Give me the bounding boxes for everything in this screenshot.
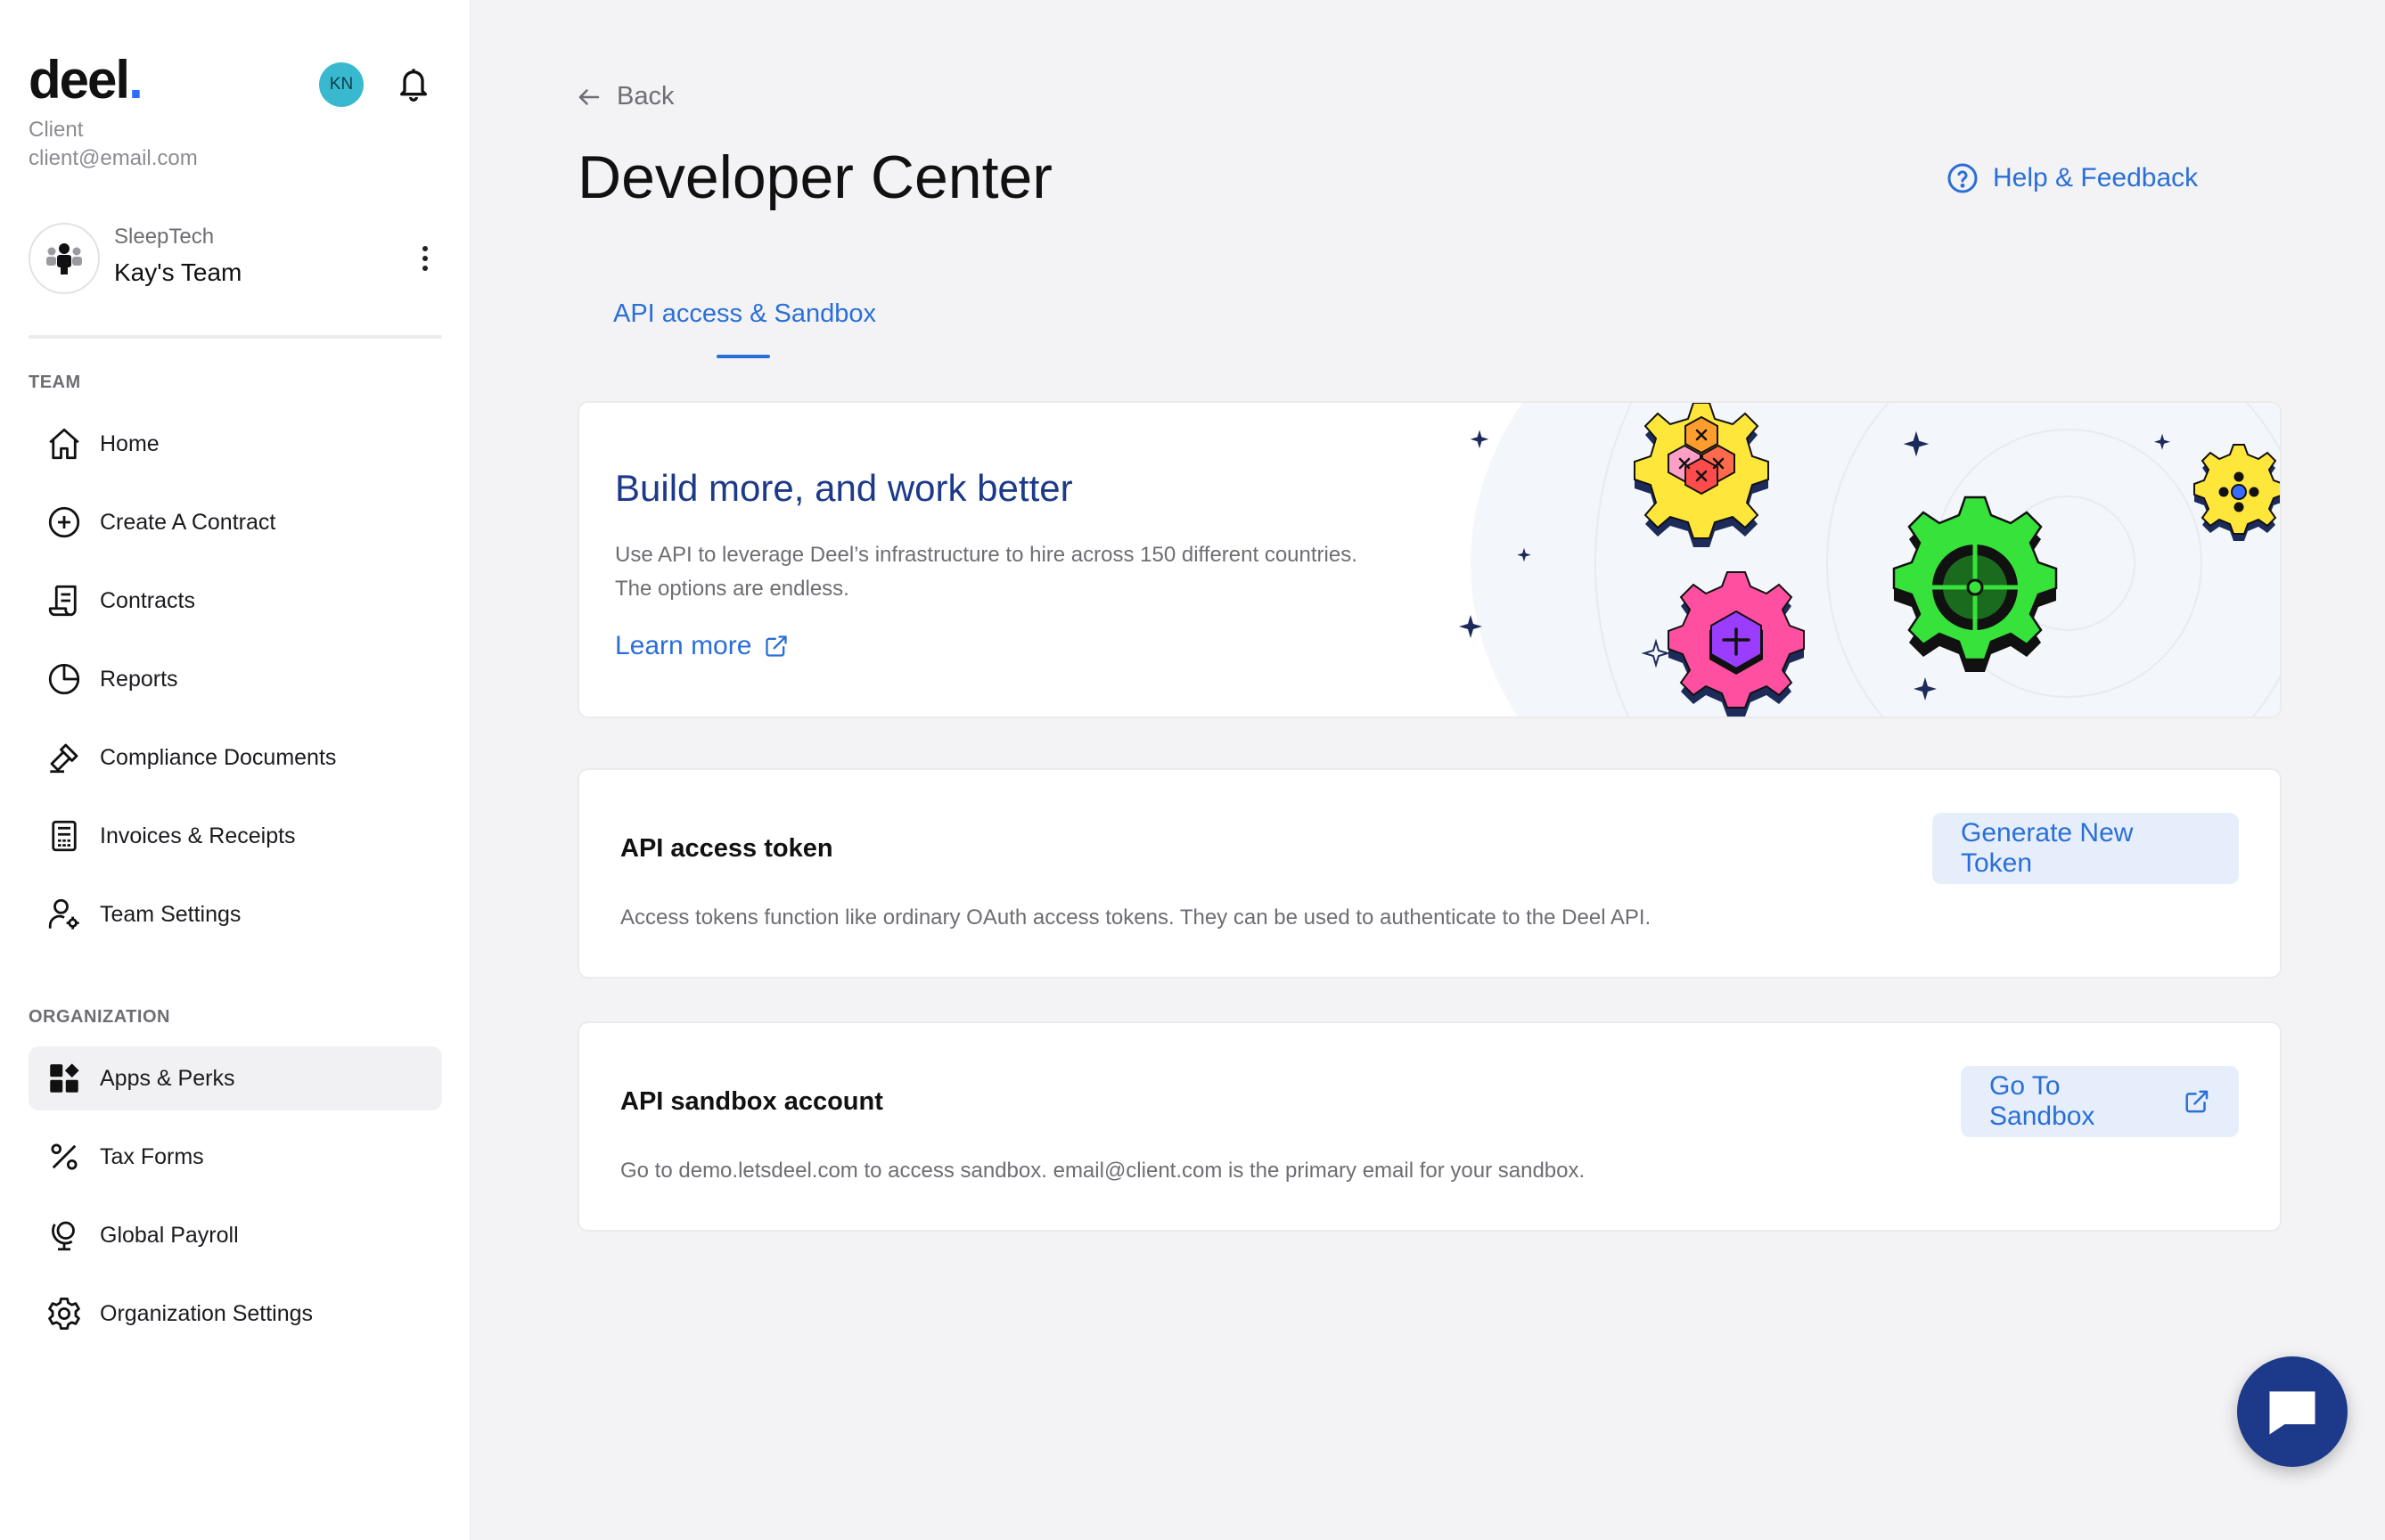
sidebar-item-invoices-receipts[interactable]: Invoices & Receipts: [29, 804, 442, 868]
sidebar-item-team-settings[interactable]: Team Settings: [29, 882, 442, 946]
chat-button[interactable]: [2237, 1356, 2348, 1467]
arrow-left-icon: [578, 88, 600, 105]
sidebar-item-create-contract[interactable]: Create A Contract: [29, 490, 442, 554]
apps-grid-icon: [50, 1063, 79, 1093]
avatar[interactable]: KN: [319, 62, 364, 107]
sidebar-item-compliance-documents[interactable]: Compliance Documents: [29, 725, 442, 790]
help-feedback-label: Help & Feedback: [1993, 163, 2199, 192]
go-to-sandbox-label: Go To Sandbox: [1989, 1071, 2095, 1131]
api-sandbox-account-title: API sandbox account: [620, 1087, 883, 1116]
team-avatar: [29, 223, 100, 294]
team-people-icon: [46, 243, 82, 274]
sidebar-item-label: Compliance Documents: [100, 744, 337, 770]
sidebar-item-label: Home: [100, 430, 160, 456]
help-circle-icon: [1947, 163, 1978, 193]
gavel-icon: [50, 743, 78, 774]
sidebar-item-home[interactable]: Home: [29, 412, 442, 476]
sidebar-item-label: Global Payroll: [100, 1222, 239, 1248]
sidebar-item-global-payroll[interactable]: Global Payroll: [29, 1203, 442, 1267]
section-label-organization: ORGANIZATION: [29, 1007, 170, 1027]
generate-new-token-button[interactable]: Generate New Token: [1932, 813, 2239, 884]
sidebar-divider: [29, 335, 442, 339]
contract-scroll-icon: [48, 585, 77, 617]
sidebar-item-organization-settings[interactable]: Organization Settings: [29, 1282, 442, 1346]
back-link[interactable]: Back: [576, 82, 674, 111]
chat-bubble-icon: [2269, 1391, 2315, 1435]
gear-icon: [48, 1297, 80, 1331]
team-company: SleepTech: [114, 225, 215, 249]
section-label-team: TEAM: [29, 373, 81, 392]
sidebar-item-label: Tax Forms: [100, 1143, 204, 1169]
go-to-sandbox-button[interactable]: Go To Sandbox: [1961, 1066, 2239, 1137]
hero-card: Build more, and work better Use API to l…: [578, 401, 2282, 718]
api-sandbox-account-card: API sandbox account Go to demo.letsdeel.…: [578, 1021, 2282, 1232]
api-access-token-description: Access tokens function like ordinary OAu…: [620, 905, 1651, 930]
learn-more-label: Learn more: [615, 631, 752, 660]
sidebar-item-label: Team Settings: [100, 901, 242, 927]
sidebar-item-label: Create A Contract: [100, 509, 276, 535]
hero-description-line-1: Use API to leverage Deel’s infrastructur…: [615, 543, 1357, 567]
external-link-icon: [2185, 1090, 2209, 1113]
home-icon: [49, 428, 79, 460]
user-role: Client: [29, 118, 84, 142]
sidebar-item-label: Reports: [100, 666, 178, 692]
generate-new-token-label: Generate New Token: [1961, 818, 2134, 878]
learn-more-link[interactable]: Learn more: [615, 631, 789, 661]
yellow-gear-small-icon: [2193, 444, 2280, 541]
tab-active-indicator: [717, 355, 770, 358]
sidebar-item-label: Invoices & Receipts: [100, 823, 296, 848]
deel-logo[interactable]: deel.: [29, 53, 143, 107]
pie-chart-icon: [48, 663, 80, 695]
sidebar-item-reports[interactable]: Reports: [29, 647, 442, 711]
sidebar: deel. Client client@email.com KN SleepTe…: [0, 0, 471, 1540]
plus-circle-icon: [48, 506, 80, 538]
sidebar-item-tax-forms[interactable]: Tax Forms: [29, 1125, 442, 1189]
user-email: client@email.com: [29, 146, 198, 170]
team-switcher[interactable]: SleepTech Kay's Team: [29, 221, 447, 298]
external-link-icon: [766, 635, 788, 657]
hero-description: Use API to leverage Deel’s infrastructur…: [615, 538, 1488, 606]
team-name: Kay's Team: [114, 258, 242, 286]
hero-title: Build more, and work better: [615, 467, 1073, 509]
back-label: Back: [617, 82, 675, 111]
sidebar-item-apps-perks[interactable]: Apps & Perks: [29, 1046, 442, 1110]
hero-description-line-2: The options are endless.: [615, 577, 849, 601]
page-title: Developer Center: [578, 143, 1053, 211]
help-feedback-link[interactable]: Help & Feedback: [1947, 162, 2198, 194]
pink-gear-plus-icon: [1668, 571, 1805, 717]
percent-icon: [51, 1143, 78, 1170]
bell-icon[interactable]: [396, 64, 431, 103]
tab-api-access-sandbox[interactable]: API access & Sandbox: [613, 299, 876, 329]
sidebar-item-label: Organization Settings: [100, 1300, 314, 1326]
yellow-gear-hex-icon: [1634, 403, 1769, 547]
green-gear-target-icon: [1892, 496, 2058, 672]
api-access-token-title: API access token: [620, 834, 833, 863]
user-gear-icon: [48, 898, 79, 930]
gears-illustration: [1459, 403, 2280, 717]
api-sandbox-account-description: Go to demo.letsdeel.com to access sandbo…: [620, 1159, 1586, 1183]
receipt-icon: [52, 820, 77, 852]
more-options-icon[interactable]: [412, 239, 438, 278]
sidebar-item-label: Contracts: [100, 587, 195, 613]
sidebar-item-contracts[interactable]: Contracts: [29, 569, 442, 633]
sidebar-item-label: Apps & Perks: [100, 1065, 235, 1091]
globe-stand-icon: [52, 1221, 75, 1251]
api-access-token-card: API access token Access tokens function …: [578, 768, 2282, 979]
